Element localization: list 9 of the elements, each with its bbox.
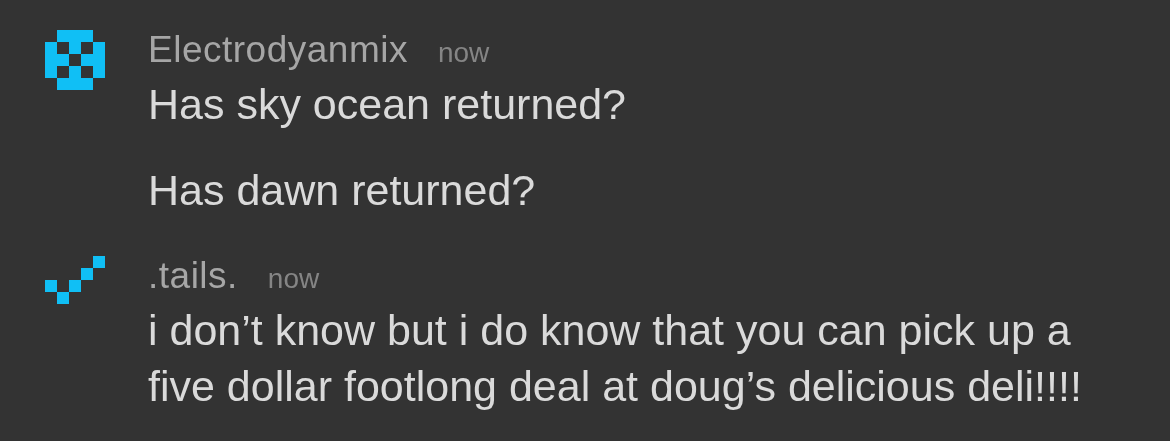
message-text: Has sky ocean returned?: [148, 79, 628, 130]
message-text: i don’t know but i do know that you can pick up a five dollar footlong deal at doug’s delicious deli!!!!: [148, 305, 1083, 412]
message-text: Has dawn returned?: [148, 165, 537, 216]
username[interactable]: .tails.: [148, 248, 238, 304]
username[interactable]: Electrodyanmix: [148, 22, 408, 78]
timestamp: now: [267, 262, 320, 296]
timestamp: now: [437, 36, 490, 70]
pixel-avatar-icon: [45, 256, 105, 304]
pixel-avatar-icon: [45, 30, 105, 90]
